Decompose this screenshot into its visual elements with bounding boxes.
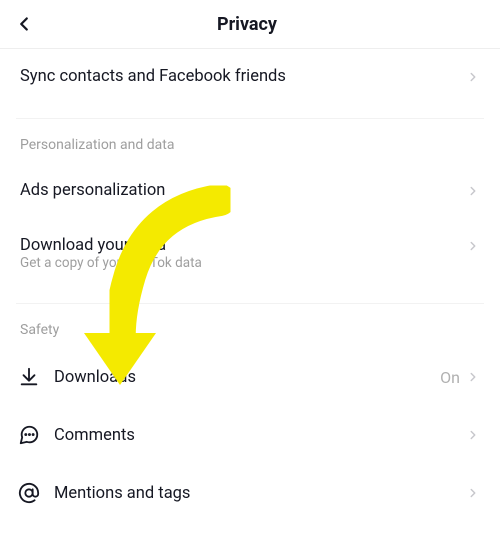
comment-icon — [18, 424, 40, 446]
row-label: Ads personalization — [20, 181, 466, 200]
chevron-right-icon — [466, 239, 480, 253]
row-label: Download your data — [20, 236, 466, 255]
chevron-right-icon — [466, 70, 480, 84]
page-title: Privacy — [38, 14, 456, 35]
row-label: Downloads — [54, 368, 440, 387]
row-mentions[interactable]: Mentions and tags — [0, 464, 500, 522]
chevron-right-icon — [466, 486, 480, 500]
back-button[interactable] — [10, 10, 38, 38]
row-subtitle: Get a copy of your TikTok data — [0, 255, 500, 289]
row-comments[interactable]: Comments — [0, 406, 500, 464]
chevron-left-icon — [13, 13, 35, 35]
section-safety: Safety — [0, 304, 500, 348]
header-bar: Privacy — [0, 0, 500, 49]
chevron-right-icon — [466, 428, 480, 442]
row-sync-contacts[interactable]: Sync contacts and Facebook friends — [0, 49, 500, 104]
at-icon — [18, 482, 40, 504]
row-downloads[interactable]: Downloads On — [0, 348, 500, 406]
section-personalization: Personalization and data — [0, 119, 500, 163]
row-label: Sync contacts and Facebook friends — [20, 67, 466, 86]
row-value: On — [440, 368, 460, 387]
row-ads-personalization[interactable]: Ads personalization — [0, 163, 500, 218]
chevron-right-icon — [466, 184, 480, 198]
download-icon — [18, 366, 40, 388]
row-label: Mentions and tags — [54, 484, 466, 503]
chevron-right-icon — [466, 370, 480, 384]
row-label: Comments — [54, 426, 466, 445]
